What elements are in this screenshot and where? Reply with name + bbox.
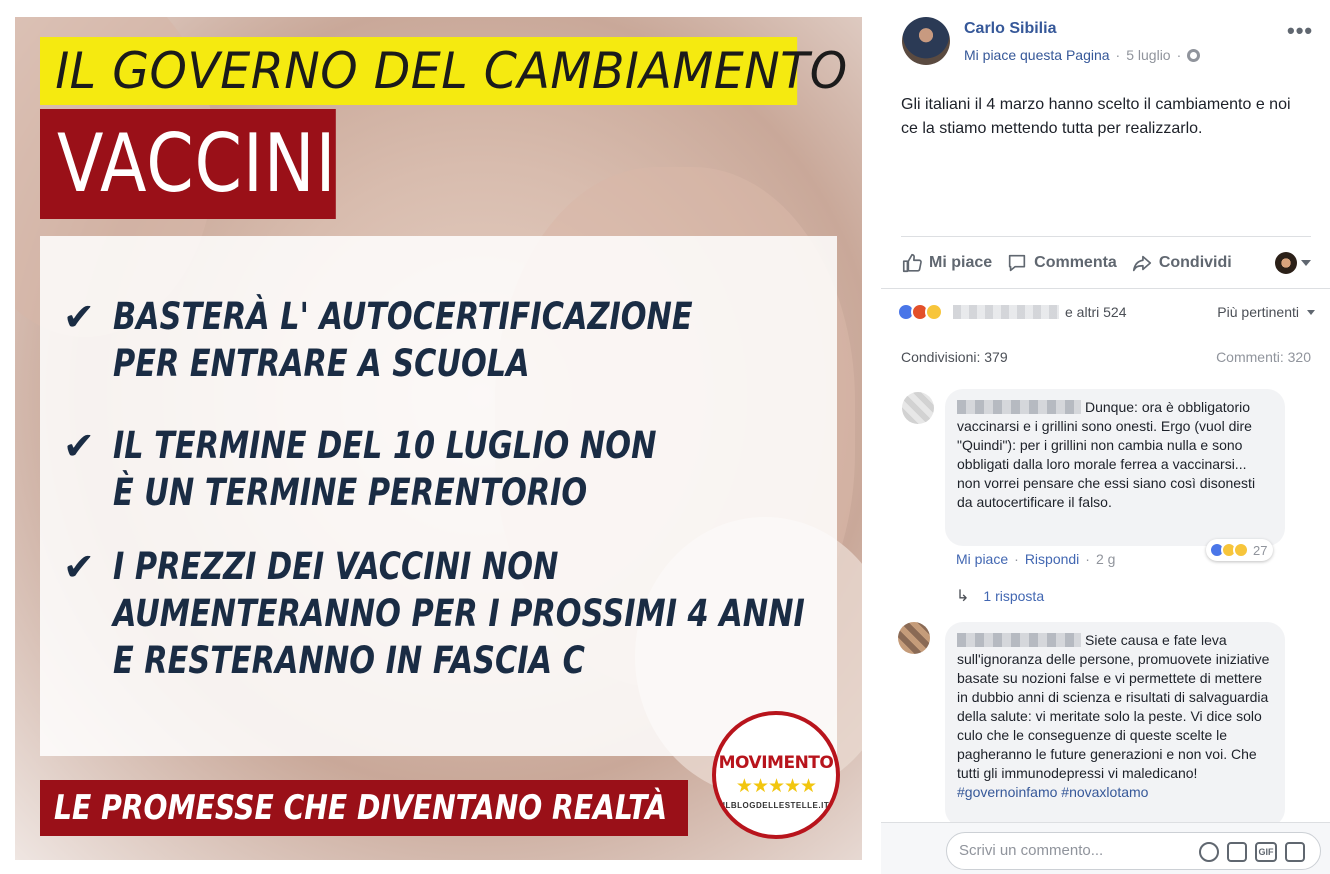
meta-separator: ·	[1014, 551, 1019, 567]
comment-age[interactable]: 2 g	[1096, 551, 1115, 567]
image-title-main: VACCINI	[40, 109, 336, 219]
author-name[interactable]: Carlo Sibilia	[964, 20, 1056, 38]
checkmark-icon: ✔	[63, 295, 95, 339]
post-image[interactable]: IL GOVERNO DEL CAMBIAMENTO VACCINI ✔ BAS…	[15, 17, 862, 860]
comment-reaction-count: 27	[1253, 542, 1268, 558]
meta-separator: ·	[1176, 47, 1182, 63]
reactions-others[interactable]: e altri 524	[1065, 304, 1126, 320]
comment-hashtags[interactable]: #governoinfamo #novaxlotamo	[957, 784, 1148, 800]
composer-icons: GIF	[1199, 842, 1305, 862]
post-text: Gli italiani il 4 marzo hanno scelto il …	[901, 96, 1291, 137]
comment-reply-link[interactable]: Rispondi	[1025, 551, 1079, 567]
replies-count: 1 risposta	[983, 588, 1045, 604]
author-avatar[interactable]	[902, 17, 950, 65]
sort-label: Più pertinenti	[1217, 304, 1299, 320]
haha-reaction-icon	[925, 303, 943, 321]
share-label: Condividi	[1158, 253, 1232, 271]
blurred-commenter-name[interactable]	[957, 633, 1081, 647]
blurred-reactor-name	[953, 305, 1059, 319]
checkmark-icon: ✔	[63, 424, 95, 468]
comment-text: Siete causa e fate leva sull'ignoranza d…	[957, 632, 1270, 781]
reply-arrow-icon: ↳	[956, 588, 970, 605]
comment-text: Dunque: ora è obbligatorio vaccinarsi e …	[957, 399, 1256, 510]
share-button[interactable]: Condividi	[1131, 252, 1232, 274]
like-button[interactable]: Mi piace	[901, 252, 992, 274]
thumbs-up-icon	[902, 253, 922, 272]
movimento-logo: MOVIMENTO ★★★★★ ILBLOGDELLESTELLE.IT	[712, 711, 840, 839]
logo-stars: ★★★★★	[735, 776, 817, 797]
image-bullet: ✔ IL TERMINE DEL 10 LUGLIO NON È UN TERM…	[63, 422, 862, 516]
view-replies[interactable]: ↳ 1 risposta	[956, 586, 1044, 606]
comment-label: Commenta	[1034, 253, 1117, 271]
image-bullet-text: BASTERÀ L' AUTOCERTIFICAZIONE PER ENTRAR…	[113, 295, 693, 385]
comment-like-link[interactable]: Mi piace	[956, 551, 1008, 567]
sort-dropdown[interactable]: Più pertinenti	[1217, 304, 1315, 320]
comment-reactions[interactable]: 27	[1206, 539, 1274, 561]
more-options-icon[interactable]: •••	[1287, 18, 1313, 44]
comment-bubble: Dunque: ora è obbligatorio vaccinarsi e …	[945, 389, 1285, 546]
divider	[881, 288, 1330, 289]
commenter-avatar[interactable]	[898, 622, 930, 654]
blurred-commenter-name[interactable]	[957, 400, 1081, 414]
image-bullet: ✔ BASTERÀ L' AUTOCERTIFICAZIONE PER ENTR…	[63, 293, 862, 387]
logo-url: ILBLOGDELLESTELLE.IT	[722, 801, 830, 810]
comment-bubble: Siete causa e fate leva sull'ignoranza d…	[945, 622, 1285, 827]
gif-icon[interactable]: GIF	[1255, 842, 1277, 862]
comment-button[interactable]: Commenta	[1006, 252, 1117, 274]
image-title-top: IL GOVERNO DEL CAMBIAMENTO	[40, 37, 847, 105]
share-icon	[1132, 255, 1151, 271]
chevron-down-icon	[1307, 309, 1315, 315]
image-bullet: ✔ I PREZZI DEI VACCINI NON AUMENTERANNO …	[63, 543, 862, 684]
comments-count[interactable]: Commenti: 320	[1216, 349, 1311, 365]
reactions-summary[interactable]: e altri 524 Più pertinenti	[897, 300, 1315, 324]
commenter-avatar[interactable]	[902, 392, 934, 424]
meta-separator: ·	[1085, 551, 1090, 567]
post-actions: Mi piace Commenta Condividi	[901, 236, 1311, 288]
image-bullet-text: I PREZZI DEI VACCINI NON AUMENTERANNO PE…	[113, 545, 805, 682]
post-as-selector[interactable]	[1275, 251, 1311, 274]
sad-reaction-icon	[1233, 542, 1249, 558]
page-avatar-icon	[1275, 251, 1297, 274]
emoji-icon[interactable]	[1199, 842, 1219, 862]
globe-icon[interactable]	[1187, 48, 1201, 62]
image-bullet-text: IL TERMINE DEL 10 LUGLIO NON È UN TERMIN…	[113, 424, 657, 514]
meta-separator: ·	[1115, 47, 1121, 63]
camera-icon[interactable]	[1227, 842, 1247, 862]
post-meta: Mi piace questa Pagina · 5 luglio ·	[964, 47, 1201, 63]
comment-icon	[1008, 254, 1026, 271]
page-like-link[interactable]: Mi piace questa Pagina	[964, 47, 1110, 63]
image-banner-text: LE PROMESSE CHE DIVENTANO REALTÀ	[54, 788, 668, 828]
image-bottom-banner: LE PROMESSE CHE DIVENTANO REALTÀ	[40, 780, 688, 836]
engagement-counts: Condivisioni: 379 Commenti: 320	[901, 349, 1311, 365]
sticker-icon[interactable]	[1285, 842, 1305, 862]
checkmark-icon: ✔	[63, 545, 95, 589]
like-label: Mi piace	[929, 253, 993, 271]
chevron-down-icon	[1301, 259, 1311, 266]
shares-count[interactable]: Condivisioni: 379	[901, 349, 1008, 365]
post-date[interactable]: 5 luglio	[1126, 47, 1170, 63]
comment-actions: Mi piace · Rispondi · 2 g	[956, 551, 1115, 567]
logo-word: MOVIMENTO	[718, 753, 834, 773]
